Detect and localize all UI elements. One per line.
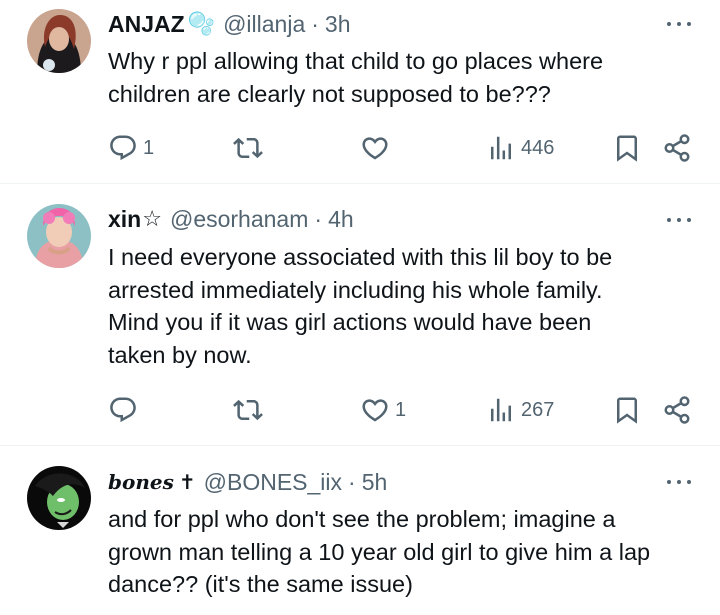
reply-button[interactable]: [108, 395, 143, 425]
bookmark-button[interactable]: [612, 395, 642, 425]
avatar-image: [27, 204, 91, 268]
user-handle[interactable]: @esorhanam: [170, 206, 308, 233]
tweet-text-line: Why r ppl allowing that child to go plac…: [108, 48, 604, 74]
retweet-icon: [233, 133, 263, 163]
view-count: 267: [521, 398, 555, 421]
user-handle[interactable]: @BONES_iix: [204, 469, 342, 496]
share-button[interactable]: [662, 395, 692, 425]
bubbles-emoji: 🫧: [187, 11, 216, 36]
more-icon[interactable]: [664, 15, 694, 33]
reply-icon: [108, 395, 138, 425]
avatar-image: [27, 466, 91, 530]
tweet[interactable]: xin ☆ @esorhanam · 4h I need everyone as…: [0, 184, 720, 445]
avatar[interactable]: [27, 204, 91, 268]
tweet-text-line: taken by now.: [108, 341, 252, 368]
tweet-text: and for ppl who don't see the problem; i…: [108, 503, 708, 601]
tweet-header: xin ☆ @esorhanam · 4h: [108, 204, 354, 234]
like-count: 1: [395, 398, 407, 421]
display-name[interactable]: xin: [108, 206, 141, 233]
like-button[interactable]: 1: [360, 395, 406, 425]
heart-icon: [360, 133, 390, 163]
bookmark-icon: [612, 395, 642, 425]
tweet-text-line: grown man telling a 10 year old girl to …: [108, 538, 651, 565]
retweet-button[interactable]: [233, 133, 268, 163]
share-icon: [662, 133, 692, 163]
views-icon: [486, 133, 516, 163]
tweet-text: Why r ppl allowing that child to go plac…: [108, 45, 708, 110]
more-icon[interactable]: [664, 211, 694, 229]
tweet[interactable]: ANJAZ 🫧 @illanja · 3h Why r ppl allowing…: [0, 0, 720, 183]
timestamp[interactable]: 5h: [362, 469, 388, 496]
more-icon[interactable]: [664, 473, 694, 491]
tweet-text-line: Mind you if it was girl actions would ha…: [108, 309, 592, 335]
reply-icon: [108, 133, 138, 163]
bookmark-icon: [612, 133, 642, 163]
share-button[interactable]: [662, 133, 692, 163]
views-icon: [486, 395, 516, 425]
timestamp[interactable]: 4h: [328, 206, 354, 233]
star-emoji: ☆: [142, 206, 162, 231]
tweet-header: ANJAZ 🫧 @illanja · 3h: [108, 9, 351, 39]
like-button[interactable]: [360, 133, 395, 163]
user-handle[interactable]: @illanja: [223, 11, 305, 38]
retweet-button[interactable]: [233, 395, 268, 425]
reply-count: 1: [143, 136, 155, 159]
display-name[interactable]: bones: [108, 470, 174, 494]
view-count: 446: [521, 136, 555, 159]
avatar-image: [27, 9, 91, 73]
display-name[interactable]: ANJAZ: [108, 11, 185, 38]
tweet-text-line: dance?? (it's the same issue): [108, 571, 413, 597]
tweet-text-line: arrested immediately including his whole…: [108, 276, 603, 303]
avatar[interactable]: [27, 466, 91, 530]
cross-emoji: ✝: [178, 471, 196, 494]
tweet-text-line: I need everyone associated with this lil…: [108, 244, 613, 270]
tweet-text-line: and for ppl who don't see the problem; i…: [108, 506, 616, 532]
share-icon: [662, 395, 692, 425]
views-button[interactable]: 446: [486, 133, 554, 163]
retweet-icon: [233, 395, 263, 425]
separator-dot: ·: [314, 205, 323, 232]
bookmark-button[interactable]: [612, 133, 642, 163]
tweet-text: I need everyone associated with this lil…: [108, 241, 708, 371]
separator-dot: ·: [348, 468, 356, 495]
avatar[interactable]: [27, 9, 91, 73]
views-button[interactable]: 267: [486, 395, 554, 425]
tweet[interactable]: bones ✝ @BONES_iix · 5h and for ppl who …: [0, 446, 720, 615]
reply-button[interactable]: 1: [108, 133, 154, 163]
separator-dot: ·: [311, 10, 319, 37]
tweet-text-line: children are clearly not supposed to be?…: [108, 80, 551, 107]
timestamp[interactable]: 3h: [325, 11, 351, 38]
heart-icon: [360, 395, 390, 425]
tweet-header: bones ✝ @BONES_iix · 5h: [108, 467, 387, 497]
